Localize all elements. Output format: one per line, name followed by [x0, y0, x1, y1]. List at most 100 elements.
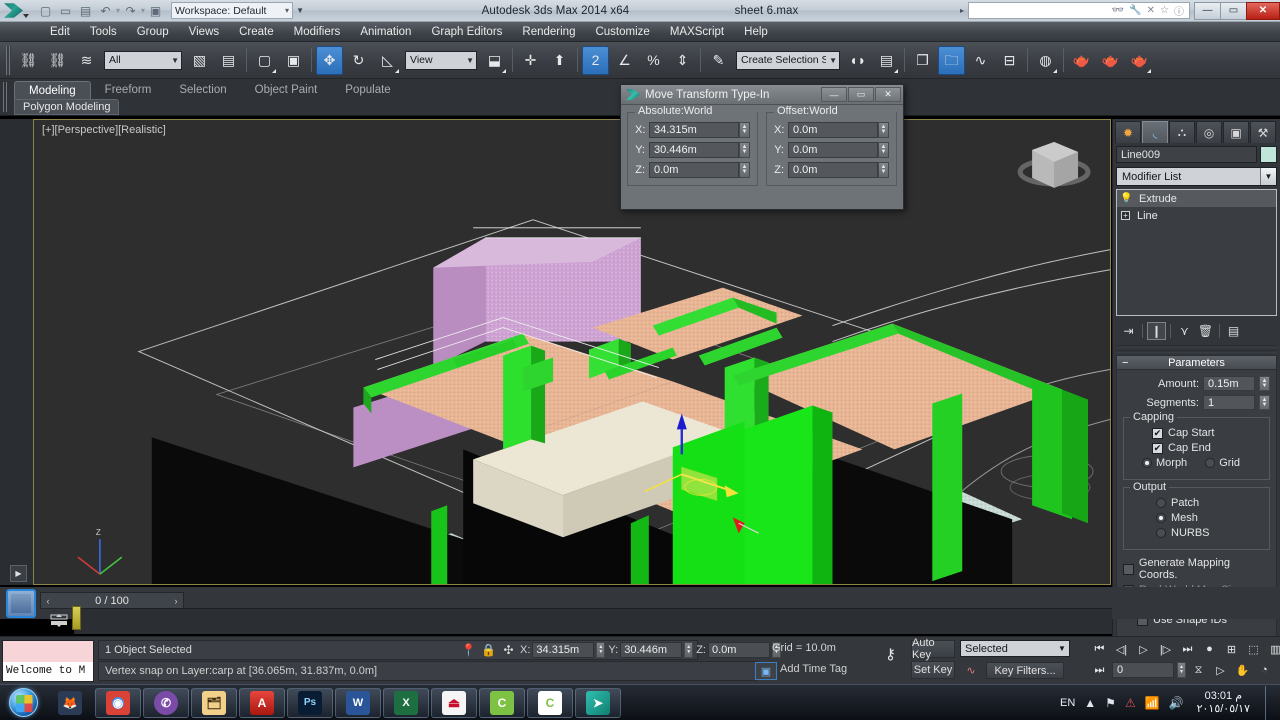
absolute-z-spinner[interactable]: ▲▼ [739, 162, 750, 178]
amount-spinner[interactable]: ▲▼ [1259, 376, 1270, 391]
orbit-icon[interactable]: ◔ [1255, 661, 1274, 679]
angle-snap-toggle-icon[interactable]: ∠ [611, 46, 638, 75]
scene-explorer-icon[interactable]: 🗀 [938, 46, 965, 75]
start-button[interactable] [0, 686, 46, 720]
output-patch-row[interactable]: Patch [1130, 497, 1263, 509]
select-and-rotate-icon[interactable]: ↻ [345, 46, 372, 75]
menu-tools[interactable]: Tools [80, 22, 127, 42]
curve-editor-icon[interactable]: ∿ [967, 46, 994, 75]
select-and-scale-icon[interactable]: ◺ [374, 46, 401, 75]
menu-graph-editors[interactable]: Graph Editors [421, 22, 512, 42]
redo-dropdown-icon[interactable]: ▾ [141, 6, 145, 15]
search-input[interactable]: 👓 🔧 ✕ ☆ ⓘ [968, 2, 1190, 19]
project-folder-icon[interactable]: ▣ [146, 1, 165, 20]
key-filter-selected-combo[interactable]: Selected ▼ [960, 640, 1070, 657]
set-key-point-icon[interactable]: ● [1200, 640, 1219, 658]
zoom-icon[interactable]: ▷ [1211, 661, 1230, 679]
go-to-start-icon[interactable]: ⏮ [1090, 640, 1109, 658]
keyboard-shortcut-override-icon[interactable]: ⬆ [546, 46, 573, 75]
hierarchy-tab[interactable]: ⛬ [1169, 121, 1195, 143]
taskbar-acrobat[interactable]: ⏏ [431, 688, 477, 718]
generate-mapping-checkbox[interactable] [1123, 564, 1134, 575]
morph-radio[interactable] [1142, 458, 1152, 468]
ribbon-tab-modeling[interactable]: Modeling [14, 81, 91, 99]
compass-icon[interactable]: ✕ [1147, 5, 1155, 16]
key-icon[interactable]: ⚷ [885, 645, 896, 663]
minimize-button[interactable]: — [1194, 2, 1220, 20]
next-frame-arrow-icon[interactable]: › [169, 593, 183, 608]
ribbon-tab-freeform[interactable]: Freeform [91, 81, 166, 99]
key-mode-icon[interactable] [48, 612, 70, 628]
taskbar-chrome[interactable]: ◉ [95, 688, 141, 718]
dialog-minimize-button[interactable]: — [821, 87, 847, 102]
offset-y-spinner[interactable]: ▲▼ [878, 142, 889, 158]
absolute-y-input[interactable]: 30.446m [649, 142, 739, 158]
amount-input[interactable]: 0.15m [1203, 376, 1255, 391]
ribbon-tab-selection[interactable]: Selection [165, 81, 240, 99]
object-color-swatch[interactable] [1260, 146, 1277, 163]
pin-stack-icon[interactable]: 📍 [460, 641, 477, 659]
viewport-label[interactable]: [+][Perspective][Realistic] [42, 124, 166, 136]
taskbar-photoshop[interactable]: Ps [287, 688, 333, 718]
cap-end-row[interactable]: ✔ Cap End [1130, 442, 1263, 454]
absolute-z-input[interactable]: 0.0m [649, 162, 739, 178]
prev-frame-arrow-icon[interactable]: ‹ [41, 593, 55, 608]
menu-create[interactable]: Create [229, 22, 284, 42]
modifier-stack-item-line[interactable]: + Line [1117, 207, 1276, 224]
select-and-manipulate-icon[interactable]: ✛ [517, 46, 544, 75]
star-icon[interactable]: ☆ [1160, 5, 1169, 16]
undo-icon[interactable]: ↶ [96, 1, 115, 20]
menu-rendering[interactable]: Rendering [512, 22, 585, 42]
modifier-stack[interactable]: 💡 Extrude + Line [1116, 189, 1277, 316]
absolute-relative-mode-icon[interactable]: ✣ [500, 641, 517, 659]
previous-frame-icon[interactable]: ◁| [1112, 640, 1131, 658]
menu-customize[interactable]: Customize [585, 22, 659, 42]
wrench-icon[interactable]: 🔧 [1129, 5, 1141, 16]
absolute-y-spinner[interactable]: ▲▼ [739, 142, 750, 158]
modify-tab[interactable]: ◟ [1142, 121, 1168, 143]
auto-key-button[interactable]: Auto Key [911, 640, 955, 658]
taskbar-word[interactable]: W [335, 688, 381, 718]
toolbar-grip[interactable] [6, 46, 11, 75]
reference-coordinate-combo[interactable]: View ▼ [405, 51, 477, 70]
taskbar-viber[interactable]: ✆ [143, 688, 189, 718]
menu-animation[interactable]: Animation [350, 22, 421, 42]
bind-space-warp-icon[interactable]: ≋ [73, 46, 100, 75]
modifier-stack-item-extrude[interactable]: 💡 Extrude [1117, 190, 1276, 207]
menu-views[interactable]: Views [179, 22, 229, 42]
select-link-icon[interactable]: ⛓ [15, 46, 42, 75]
close-button[interactable]: ✕ [1246, 2, 1280, 20]
window-crossing-toggle-icon[interactable]: ▣ [280, 46, 307, 75]
taskbar-3dsmax[interactable]: ➤ [575, 688, 621, 718]
percent-snap-toggle-icon[interactable]: % [640, 46, 667, 75]
dialog-maximize-button[interactable]: ▭ [848, 87, 874, 102]
set-key-button[interactable]: Set Key [911, 661, 955, 679]
move-transform-type-in-dialog[interactable]: Move Transform Type-In — ▭ ✕ Absolute:Wo… [620, 84, 904, 210]
unlink-icon[interactable]: ⛓ [44, 46, 71, 75]
action-flag-icon[interactable]: ⚑ [1105, 696, 1116, 710]
render-production-icon[interactable]: 🫖 [1126, 46, 1153, 75]
go-to-end-icon[interactable]: ⏭ [1178, 640, 1197, 658]
select-by-name-icon[interactable]: ▤ [215, 46, 242, 75]
play-animation-icon[interactable]: ▷ [1134, 640, 1153, 658]
key-mode-toggle-icon[interactable]: ⏭ [1090, 661, 1109, 679]
status-y-input[interactable]: 30.446m [620, 642, 682, 658]
application-menu-button[interactable] [0, 0, 34, 22]
segments-spinner[interactable]: ▲▼ [1259, 395, 1270, 410]
next-frame-icon[interactable]: |▷ [1156, 640, 1175, 658]
language-indicator[interactable]: EN [1060, 697, 1075, 709]
time-configuration-icon[interactable]: ⧖ [1189, 661, 1208, 679]
lightbulb-icon[interactable]: 💡 [1121, 193, 1132, 205]
clock[interactable]: 03:01 م ٢٠١٥/٠٥/١٧ [1193, 690, 1256, 716]
taskbar-autocad[interactable]: A [239, 688, 285, 718]
ribbon-grip[interactable] [3, 82, 8, 112]
cap-start-checkbox[interactable]: ✔ [1152, 428, 1163, 439]
taskbar-foxit-2[interactable]: C [527, 688, 573, 718]
workspace-dropdown-icon[interactable]: ▼ [293, 2, 307, 19]
create-tab[interactable]: ✹ [1115, 121, 1141, 143]
add-time-tag-text[interactable]: Add Time Tag [780, 663, 847, 675]
offset-x-input[interactable]: 0.0m [788, 122, 878, 138]
parameters-rollout-header[interactable]: − Parameters [1116, 355, 1277, 370]
current-frame-display[interactable]: ‹ 0 / 100 › [40, 592, 184, 609]
infocenter-expand-icon[interactable]: ▸ [956, 6, 968, 15]
